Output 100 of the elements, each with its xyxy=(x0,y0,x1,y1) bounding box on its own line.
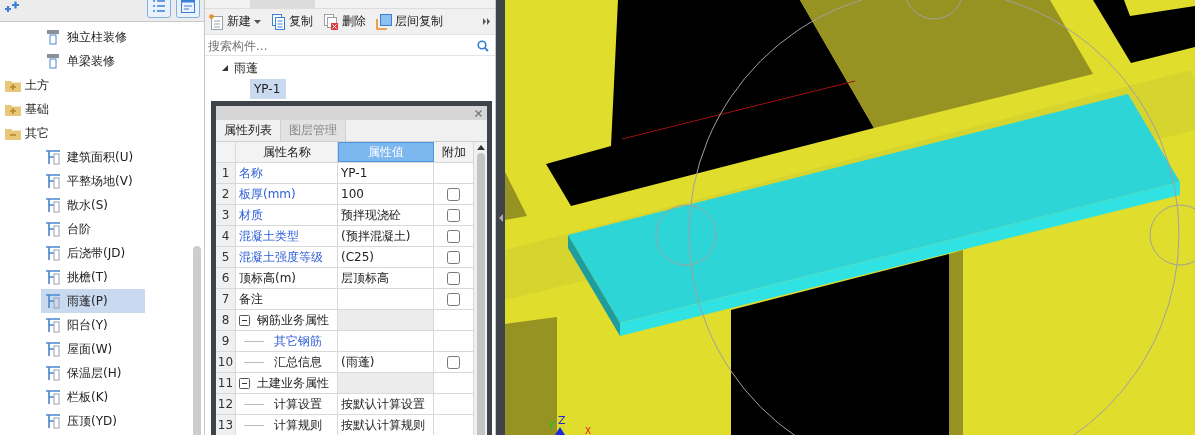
building-model-drawing[interactable] xyxy=(505,0,1195,435)
checkbox[interactable] xyxy=(447,229,460,243)
tree-item[interactable]: 雨蓬(P) xyxy=(41,289,145,313)
rotation-handle[interactable] xyxy=(904,0,964,20)
property-value[interactable]: 按默认计算规则 xyxy=(338,415,434,435)
component-icon xyxy=(45,245,61,261)
window-icon xyxy=(181,0,195,13)
property-name: 混凝土类型 xyxy=(236,226,338,246)
folder-icon xyxy=(5,126,21,140)
tree-item[interactable]: 建筑面积(U) xyxy=(41,145,145,169)
row-number: 11 xyxy=(216,373,236,393)
folder-icon xyxy=(5,78,21,92)
row-number: 6 xyxy=(216,268,236,288)
tree-item[interactable]: 台阶 xyxy=(41,217,145,241)
row-number: 3 xyxy=(216,205,236,225)
scrollbar[interactable] xyxy=(474,142,487,435)
tree-item[interactable]: 挑檐(T) xyxy=(41,265,145,289)
caret-icon xyxy=(254,19,261,24)
property-value[interactable]: (预拌混凝土) xyxy=(338,226,434,246)
property-value[interactable]: YP-1 xyxy=(338,163,434,183)
row-number: 2 xyxy=(216,184,236,204)
property-name: 备注 xyxy=(236,289,338,309)
rotation-handle[interactable] xyxy=(1149,204,1195,266)
tree-folder[interactable]: 土方 xyxy=(0,73,204,97)
layers-icon xyxy=(376,13,392,30)
column-header: 属性值 xyxy=(338,142,434,162)
property-name: 材质 xyxy=(236,205,338,225)
component-icon xyxy=(45,317,61,333)
checkbox[interactable] xyxy=(447,250,460,264)
row-number: 7 xyxy=(216,289,236,309)
checkbox[interactable] xyxy=(447,355,460,369)
search-field[interactable]: 搜索构件... xyxy=(208,38,477,53)
search-icon[interactable] xyxy=(477,39,489,52)
folder-icon xyxy=(5,102,21,116)
column-header: 属性名称 xyxy=(236,142,338,162)
delete-icon xyxy=(323,13,339,30)
collapse-icon[interactable] xyxy=(239,377,250,389)
column-header: 附加 xyxy=(434,142,474,162)
tree-item[interactable]: 栏板(K) xyxy=(41,385,145,409)
checkbox[interactable] xyxy=(447,187,460,201)
tree-folder[interactable]: 基础 xyxy=(0,97,204,121)
component-icon xyxy=(45,293,61,309)
property-name: 混凝土强度等级 xyxy=(236,247,338,267)
new-document-icon xyxy=(209,13,224,30)
component-icon xyxy=(45,341,61,357)
property-name: 顶标高(m) xyxy=(236,268,338,288)
property-value[interactable]: (C25) xyxy=(338,247,434,267)
axis-indicator: Y Z X xyxy=(548,414,592,435)
collapse-icon[interactable] xyxy=(239,314,250,326)
property-name: 板厚(mm) xyxy=(236,184,338,204)
tree-item[interactable]: 单梁装修 xyxy=(41,49,145,73)
checkbox[interactable] xyxy=(447,271,460,285)
row-number: 10 xyxy=(216,352,236,372)
component-icon xyxy=(45,365,61,381)
add-icon[interactable] xyxy=(4,0,20,13)
row-number: 4 xyxy=(216,226,236,246)
scroll-up-arrow-icon[interactable] xyxy=(476,145,485,150)
collapse-arrow-icon[interactable] xyxy=(498,213,503,222)
toolbar-button[interactable]: 层间复制 xyxy=(376,13,443,30)
tree-item[interactable]: 阳台(Y) xyxy=(41,313,145,337)
property-name: 汇总信息 xyxy=(236,352,338,372)
component-icon xyxy=(45,197,61,213)
row-number: 9 xyxy=(216,331,236,351)
rotation-handle[interactable] xyxy=(655,204,717,266)
detail-view-button[interactable] xyxy=(176,0,200,18)
toolbar-button[interactable]: 删除 xyxy=(323,13,366,30)
checkbox[interactable] xyxy=(447,208,460,222)
tree-item[interactable]: 独立柱装修 xyxy=(41,25,145,49)
component-icon xyxy=(45,389,61,405)
scrollbar[interactable] xyxy=(193,246,201,435)
property-value[interactable]: (雨蓬) xyxy=(338,352,434,372)
copy-icon xyxy=(271,13,286,30)
component-icon xyxy=(45,413,61,429)
property-name: 计算规则 xyxy=(236,415,338,435)
tree-item[interactable]: 平整场地(V) xyxy=(41,169,145,193)
property-value[interactable]: 层顶标高 xyxy=(338,268,434,288)
group-name: 土建业务属性 xyxy=(257,374,329,392)
row-number: 12 xyxy=(216,394,236,414)
property-value[interactable]: 100 xyxy=(338,184,434,204)
group-name: 钢筋业务属性 xyxy=(257,311,329,329)
component-icon xyxy=(45,53,61,69)
tree-item[interactable]: 屋面(W) xyxy=(41,337,145,361)
list-view-button[interactable] xyxy=(147,0,171,18)
tree-item[interactable]: 压顶(YD) xyxy=(41,409,145,433)
component-icon xyxy=(45,221,61,237)
tree-folder[interactable]: 其它 xyxy=(0,121,204,145)
row-number: 1 xyxy=(216,163,236,183)
close-icon[interactable] xyxy=(475,109,482,117)
property-value[interactable]: 按默认计算设置 xyxy=(338,394,434,414)
expand-triangle-icon[interactable] xyxy=(222,65,228,71)
toolbar-button[interactable]: 复制 xyxy=(271,13,313,30)
tree-item[interactable]: YP-1 xyxy=(250,79,287,99)
tree-node[interactable]: 雨蓬 xyxy=(205,57,258,79)
tree-item[interactable]: 保温层(H) xyxy=(41,361,145,385)
property-value[interactable]: 预拌现浇砼 xyxy=(338,205,434,225)
tree-item[interactable]: 散水(S) xyxy=(41,193,145,217)
more-icon[interactable] xyxy=(483,18,491,25)
checkbox[interactable] xyxy=(447,292,460,306)
tree-item[interactable]: 后浇带(JD) xyxy=(41,241,145,265)
toolbar-button[interactable]: 新建 xyxy=(209,13,261,30)
